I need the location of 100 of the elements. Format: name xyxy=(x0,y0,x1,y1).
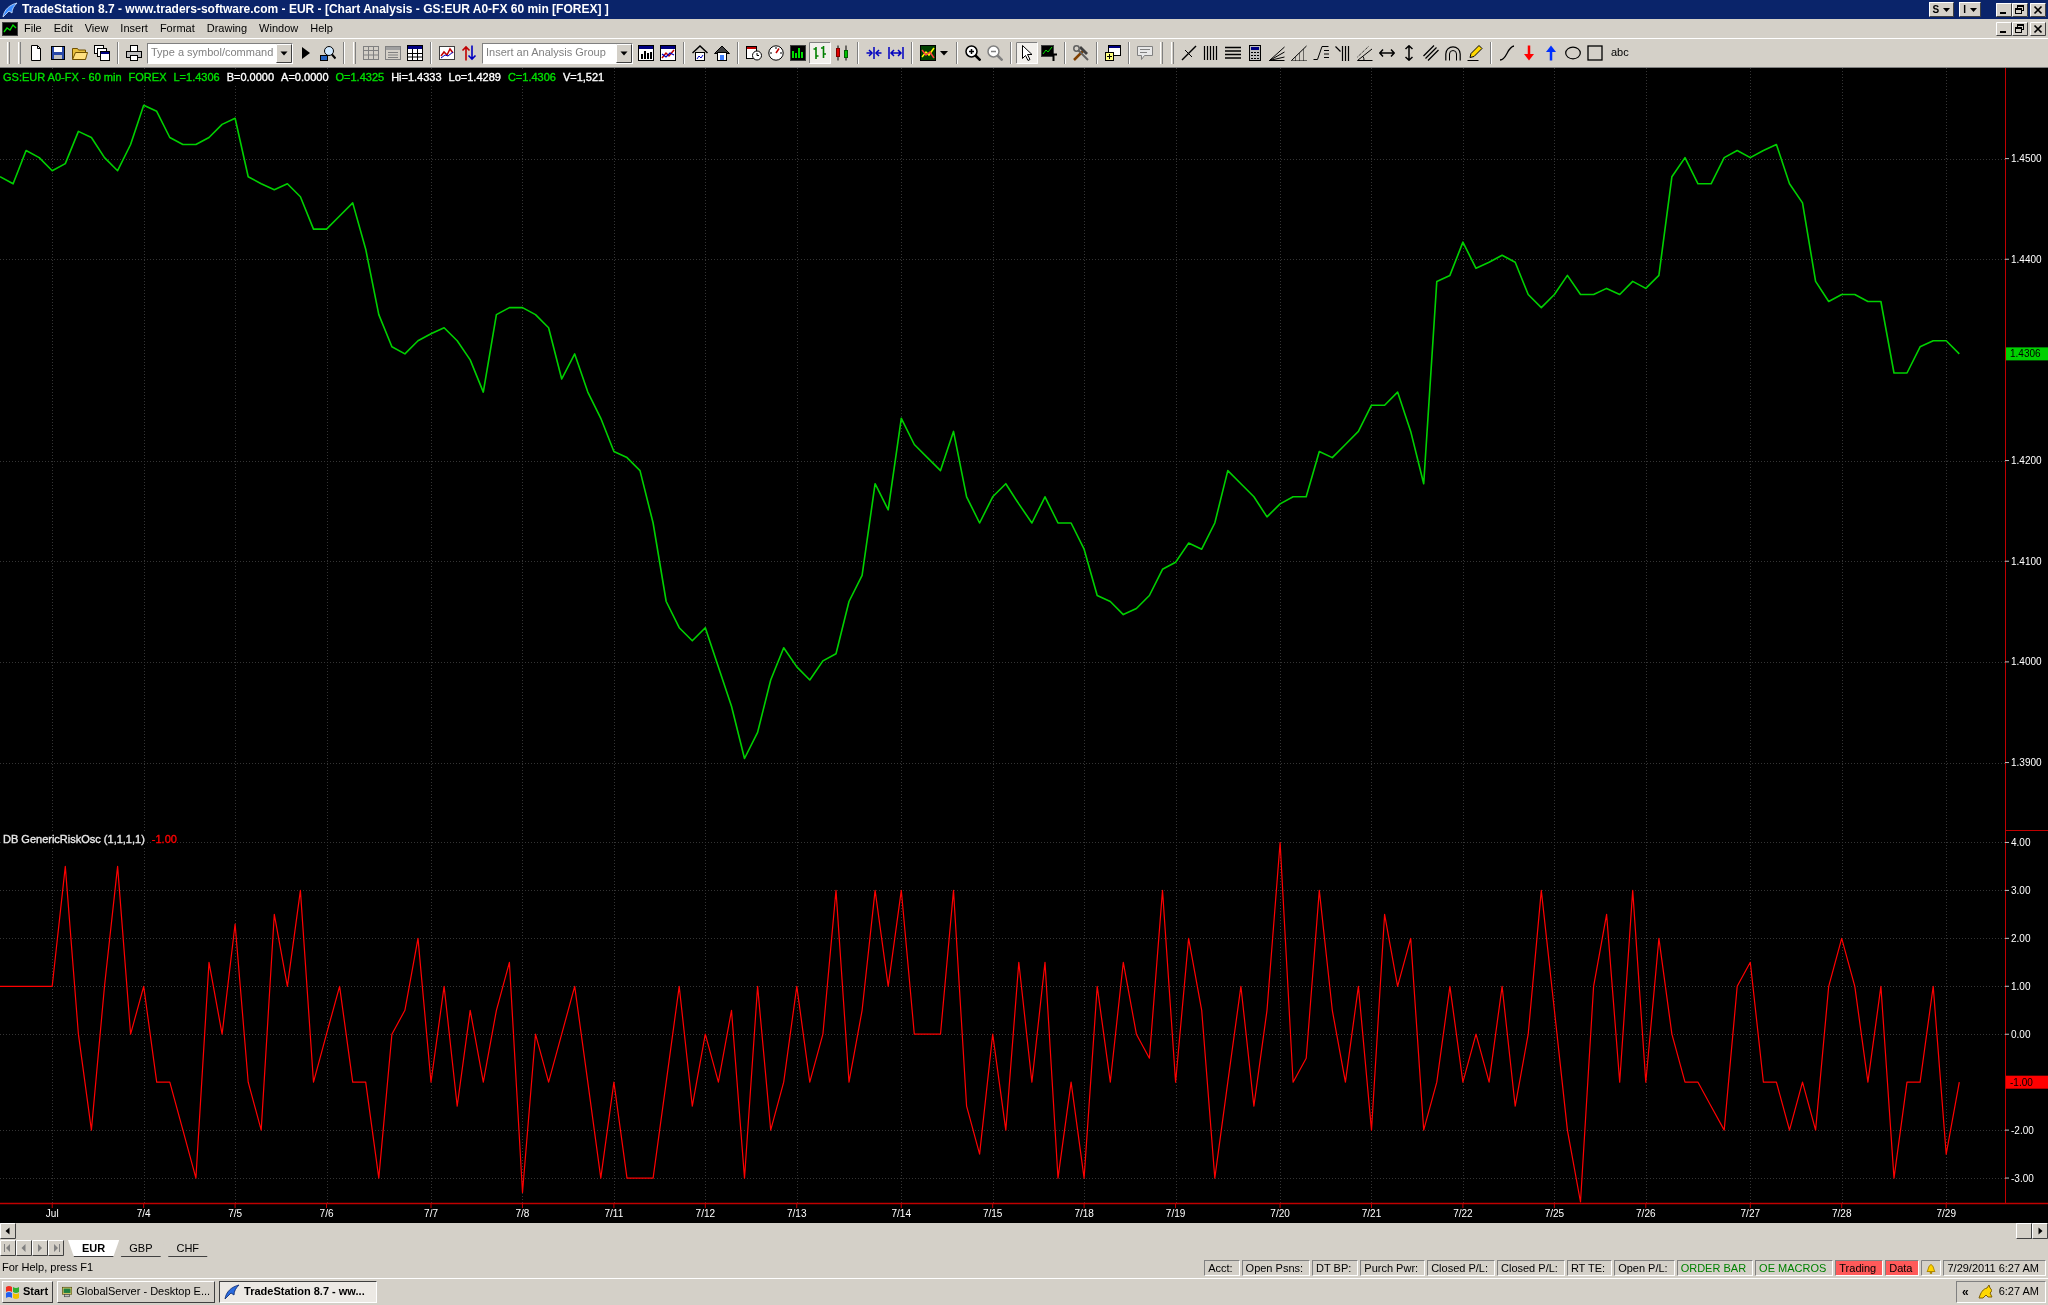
minimize-icon[interactable] xyxy=(1996,2,2012,17)
scroll-right-icon[interactable] xyxy=(2032,1223,2048,1239)
line-group-icon[interactable] xyxy=(1335,45,1351,61)
status-pane: DT BP: xyxy=(1312,1260,1359,1276)
calendar-clock-icon[interactable] xyxy=(746,45,762,61)
text-tool[interactable]: abc xyxy=(1611,46,1629,60)
up-arrow-icon[interactable] xyxy=(1543,45,1559,61)
title-menu-button[interactable]: I xyxy=(1959,2,1981,17)
start-button[interactable]: Start xyxy=(2,1281,54,1303)
axis-label: 1.00 xyxy=(2011,980,2031,992)
menu-item[interactable]: Drawing xyxy=(200,20,254,37)
gauge-icon[interactable] xyxy=(768,45,784,61)
horizontal-scrollbar[interactable] xyxy=(0,1223,2048,1239)
curve-icon[interactable] xyxy=(1499,45,1515,61)
menu-item[interactable]: Insert xyxy=(114,20,154,37)
calculator-icon[interactable] xyxy=(1247,45,1263,61)
axis-label: 7/14 xyxy=(891,1208,911,1219)
axis-label: 7/29 xyxy=(1936,1208,1956,1219)
new-document-icon[interactable] xyxy=(28,45,44,61)
scrollbar-thumb[interactable] xyxy=(2016,1223,2032,1239)
dropdown-arrow-icon[interactable] xyxy=(616,43,632,63)
arch-icon[interactable] xyxy=(1445,45,1461,61)
menu-item[interactable]: Window xyxy=(253,20,305,37)
window-title: TradeStation 8.7 - www.traders-software.com - EUR - [Chart Analysis - GS:EUR A0-FX 60 min [FOREX] ] xyxy=(22,2,609,17)
title-menu-button[interactable]: S xyxy=(1928,2,1955,17)
axis-label: 7/5 xyxy=(228,1208,243,1219)
down-arrow-icon[interactable] xyxy=(1521,45,1537,61)
scroll-left-icon[interactable] xyxy=(0,1223,16,1239)
taskbar-button[interactable]: GlobalServer - Desktop E... xyxy=(57,1281,216,1303)
arrows-outward-icon[interactable] xyxy=(888,45,904,61)
chart-text-icon[interactable] xyxy=(1041,45,1057,61)
analysis-group-field[interactable]: Insert an Analysis Group xyxy=(482,42,633,64)
window-plus-icon[interactable] xyxy=(1105,45,1121,61)
close-icon[interactable] xyxy=(2030,21,2046,36)
minimize-icon[interactable] xyxy=(1996,21,2012,36)
trendline-icon[interactable] xyxy=(1181,45,1197,61)
speech-bubble-icon[interactable] xyxy=(1137,45,1153,61)
axis-label: 7/21 xyxy=(1361,1208,1382,1219)
axis-label: Jul xyxy=(45,1208,59,1219)
menu-item[interactable]: Edit xyxy=(47,20,79,37)
printer-icon[interactable] xyxy=(126,45,142,61)
zoom-in-icon[interactable] xyxy=(965,45,981,61)
house-chart-icon[interactable] xyxy=(692,45,708,61)
axis-label: 7/27 xyxy=(1740,1208,1761,1219)
up-down-arrows-icon[interactable] xyxy=(461,45,477,61)
square-icon[interactable] xyxy=(1587,45,1603,61)
step-lines-icon[interactable] xyxy=(1313,45,1329,61)
arrows-inward-icon[interactable] xyxy=(866,45,882,61)
list-icon[interactable] xyxy=(385,45,401,61)
bell-icon xyxy=(1921,1260,1942,1276)
axis-label: 7/11 xyxy=(604,1208,624,1219)
axis-label: 1.4200 xyxy=(2011,455,2042,467)
taskbar-button[interactable]: TradeStation 8.7 - ww... xyxy=(219,1281,378,1303)
dropdown-caret-icon[interactable] xyxy=(940,50,948,56)
chart-window-icon[interactable] xyxy=(638,45,654,61)
candlestick-icon[interactable] xyxy=(834,45,850,61)
flag-icon xyxy=(5,1284,20,1300)
menu-item[interactable]: Help xyxy=(304,20,339,37)
chart-grid-icon[interactable] xyxy=(920,45,936,61)
parallel-lines-icon[interactable] xyxy=(1423,45,1439,61)
tray-expand-button[interactable]: « xyxy=(1959,1285,1971,1299)
grid-icon[interactable] xyxy=(363,45,379,61)
zoom-out-icon[interactable] xyxy=(987,45,1003,61)
menu-item[interactable]: Format xyxy=(153,20,201,37)
next-tab-icon[interactable] xyxy=(32,1240,48,1256)
fan-lines-icon[interactable] xyxy=(1269,45,1285,61)
dotted-fan-icon[interactable] xyxy=(1291,45,1307,61)
caret-icon xyxy=(1970,7,1977,12)
chart-lines-window-icon[interactable] xyxy=(660,45,676,61)
status-pane: Acct: xyxy=(1204,1260,1240,1276)
first-tab-icon[interactable] xyxy=(0,1240,16,1256)
restore-icon[interactable] xyxy=(2012,21,2028,36)
house-window-icon[interactable] xyxy=(714,45,730,61)
folder-icon[interactable] xyxy=(72,45,88,61)
line-chart-icon[interactable] xyxy=(439,45,455,61)
axis-label: 2.00 xyxy=(2011,932,2031,944)
symbol-field[interactable]: Type a symbol/command xyxy=(147,42,293,64)
vertical-lines-icon[interactable] xyxy=(1203,45,1219,61)
axis-label: 7/13 xyxy=(787,1208,807,1219)
menu-item[interactable]: File xyxy=(18,20,48,37)
previous-tab-icon[interactable] xyxy=(16,1240,32,1256)
sheet-tab[interactable]: EUR xyxy=(68,1240,120,1257)
axis-label: 1.4000 xyxy=(2011,656,2042,668)
last-value-marker: -1.00 xyxy=(2006,1075,2048,1089)
search-icon[interactable] xyxy=(320,45,336,61)
table-icon[interactable] xyxy=(407,45,423,61)
restore-icon[interactable] xyxy=(2012,2,2028,17)
pencil-icon[interactable] xyxy=(1467,45,1483,61)
horizontal-lines-icon[interactable] xyxy=(1225,45,1241,61)
angle-icon[interactable] xyxy=(1357,45,1373,61)
ohlc-bars-icon[interactable] xyxy=(809,42,831,64)
tools-icon[interactable] xyxy=(1073,45,1089,61)
last-tab-icon[interactable] xyxy=(48,1240,64,1256)
pointer-icon[interactable] xyxy=(1016,42,1038,64)
menu-item[interactable]: View xyxy=(78,20,115,37)
close-icon[interactable] xyxy=(2030,2,2046,17)
ellipse-icon[interactable] xyxy=(1565,45,1581,61)
windows-stack-icon[interactable] xyxy=(94,45,110,61)
dropdown-arrow-icon[interactable] xyxy=(276,43,292,63)
bar-chart-icon[interactable] xyxy=(790,45,806,61)
